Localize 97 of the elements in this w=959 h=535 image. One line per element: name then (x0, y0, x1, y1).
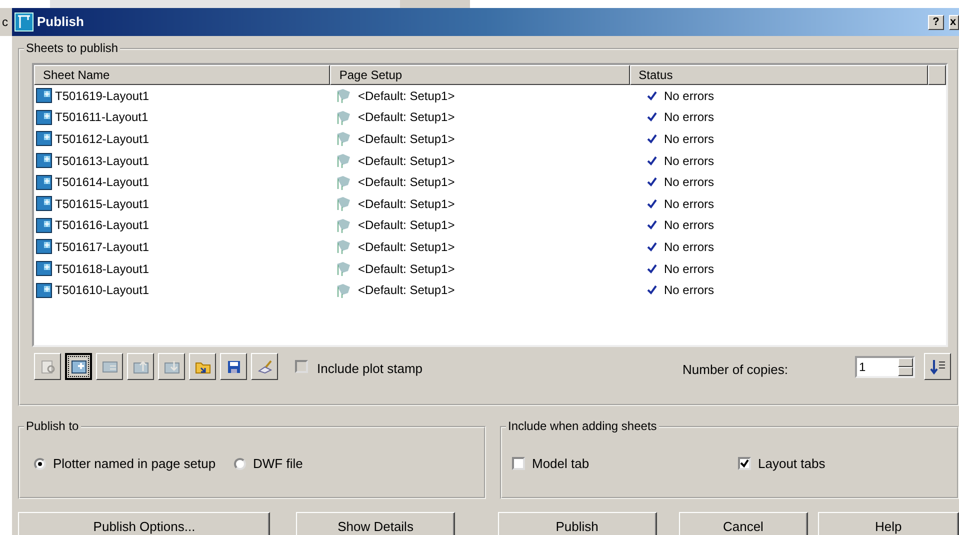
sheet-name: T501611-Layout1 (55, 109, 148, 126)
check-icon (647, 134, 657, 144)
sheet-icon (36, 131, 52, 146)
check-icon (647, 198, 657, 209)
sheet-icon (36, 153, 52, 168)
sheet-name: T501612-Layout1 (55, 130, 150, 148)
check-icon (647, 177, 657, 188)
page-setup: <Default: Setup1> (358, 88, 455, 105)
sort-icon (930, 358, 946, 374)
check-icon (647, 264, 657, 274)
sheet-icon (36, 88, 52, 104)
plotter-icon (335, 88, 351, 104)
page-setup: <Default: Setup1> (358, 152, 455, 170)
page-setup: <Default: Setup1> (358, 174, 455, 192)
background-window-text: c (1, 14, 9, 31)
move-up-icon (132, 358, 148, 374)
check-icon (647, 220, 657, 230)
plotter-icon (335, 218, 351, 233)
sheet-name: T501614-Layout1 (55, 174, 150, 192)
column-header[interactable]: Sheet Name (34, 65, 330, 85)
checkbox-label: Model tab (532, 455, 590, 473)
status-text: No errors (664, 174, 714, 192)
check-icon (647, 242, 657, 252)
plotter-icon (335, 282, 351, 298)
page-setup: <Default: Setup1> (358, 282, 455, 300)
check-icon (647, 90, 657, 101)
column-header[interactable]: Page Setup (330, 65, 630, 85)
dialog-button[interactable]: Help (818, 512, 959, 535)
radio-label: DWF file (253, 455, 303, 473)
sheet-icon (36, 261, 52, 276)
dialog-button[interactable]: Show Details (296, 512, 455, 535)
status-text: No errors (664, 238, 714, 256)
radio-label: Plotter named in page setup (53, 455, 216, 473)
sheet-name: T501617-Layout1 (55, 238, 150, 256)
preview-icon (40, 358, 56, 374)
dialog-button[interactable]: Cancel (678, 512, 808, 535)
sheet-name: T501619-Layout1 (55, 88, 150, 105)
remove-sheet-icon (102, 358, 118, 374)
sheet-icon (36, 218, 52, 233)
status-text: No errors (664, 282, 714, 300)
sheet-icon (36, 174, 52, 190)
copies-label: Number of copies: (682, 360, 788, 379)
checkbox-label: Layout tabs (758, 455, 826, 473)
sheet-icon (36, 110, 52, 125)
group-label: Include when adding sheets (506, 419, 659, 434)
page-setup: <Default: Setup1> (358, 260, 455, 278)
sheet-icon (36, 239, 52, 254)
plotter-icon (335, 110, 351, 125)
check-icon (647, 156, 657, 166)
sheet-name: T501616-Layout1 (55, 217, 150, 234)
sheet-name: T501618-Layout1 (55, 260, 150, 278)
status-text: No errors (664, 130, 714, 148)
checkbox[interactable] (512, 457, 525, 470)
checkmark-icon (740, 459, 749, 468)
plotter-icon (335, 174, 351, 190)
sheet-name: T501615-Layout1 (55, 196, 150, 213)
status-text: No errors (664, 196, 714, 213)
close-button[interactable]: x (949, 14, 959, 30)
sheet-name: T501613-Layout1 (55, 152, 150, 170)
page-setup: <Default: Setup1> (358, 130, 455, 148)
radio-button[interactable] (34, 458, 46, 470)
group-label: Sheets to publish (24, 41, 120, 56)
radio-button[interactable] (234, 458, 246, 470)
plotter-icon (335, 239, 351, 254)
dialog-button[interactable]: Publish (498, 512, 657, 535)
stamp-icon (256, 358, 272, 374)
status-text: No errors (664, 217, 714, 234)
plotter-icon (335, 196, 351, 212)
help-button[interactable]: ? (928, 14, 944, 30)
dialog-button[interactable]: Publish Options... (18, 512, 270, 535)
plotter-icon (335, 131, 351, 146)
status-text: No errors (664, 88, 714, 105)
status-text: No errors (664, 109, 714, 126)
add-sheet-icon (70, 358, 86, 374)
copies-spinner[interactable]: 1 (855, 356, 915, 378)
plotter-icon (335, 153, 351, 168)
window-title: Publish (37, 13, 85, 32)
sheet-name: T501610-Layout1 (55, 282, 150, 300)
check-icon (647, 285, 657, 296)
sheet-icon (36, 282, 52, 298)
status-text: No errors (664, 260, 714, 278)
check-icon (647, 112, 657, 122)
page-setup: <Default: Setup1> (358, 109, 455, 126)
sheet-icon (36, 196, 52, 212)
page-setup: <Default: Setup1> (358, 238, 455, 256)
column-header[interactable]: Status (630, 65, 928, 85)
move-down-icon (164, 358, 180, 374)
checkbox-label: Include plot stamp (317, 360, 423, 378)
app-icon (14, 12, 34, 32)
page-setup: <Default: Setup1> (358, 196, 455, 213)
checkbox[interactable] (738, 457, 751, 470)
sort-button[interactable] (924, 353, 951, 380)
status-text: No errors (664, 152, 714, 170)
toolbar-button[interactable] (65, 353, 92, 380)
save-icon (226, 358, 242, 374)
plotter-icon (335, 261, 351, 276)
page-setup: <Default: Setup1> (358, 217, 455, 234)
